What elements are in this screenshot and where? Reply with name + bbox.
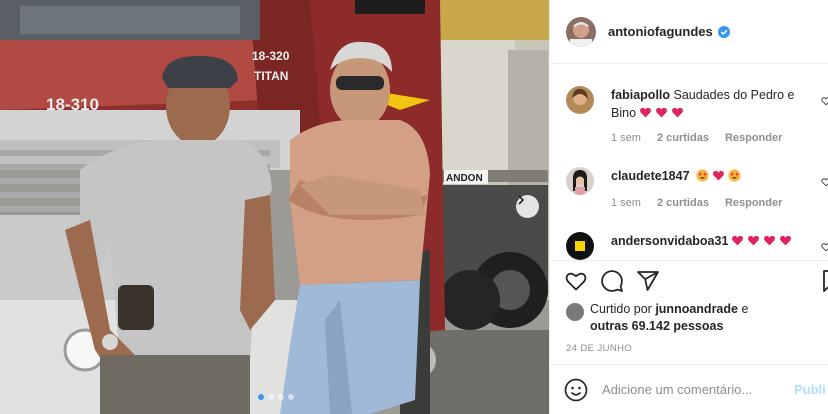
comment-like-heart-icon[interactable] <box>821 242 828 252</box>
comment-username[interactable]: fabiapollo <box>611 88 670 102</box>
comment-meta: 1 sem 2 curtidas Responder <box>611 132 782 144</box>
carousel-dots <box>258 394 294 400</box>
post-header: antoniofagundes <box>550 0 828 64</box>
comment-username[interactable]: claudete1847 <box>611 169 690 183</box>
action-icons-row <box>564 269 660 293</box>
liked-by-others[interactable]: outras 69.142 pessoas <box>590 319 723 333</box>
carousel-dot <box>288 394 294 400</box>
truck-side-model: 18-320 <box>252 49 290 63</box>
red-heart-emoji-icon <box>780 235 792 246</box>
red-heart-emoji-icon <box>764 235 776 246</box>
red-heart-emoji-icon <box>748 235 760 246</box>
verified-badge-icon <box>717 25 730 38</box>
star-eyes-emoji-icon <box>696 169 709 182</box>
comment-reply-button[interactable]: Responder <box>725 197 782 209</box>
comment-time[interactable]: 1 sem <box>611 197 641 209</box>
truck-front-badge: 18-310 <box>46 95 99 114</box>
post-side-panel: antoniofagundes fabiapollo Saudades do P… <box>549 0 828 414</box>
comment-likes[interactable]: 2 curtidas <box>657 197 709 209</box>
comment-like-heart-icon[interactable] <box>821 177 828 187</box>
liked-by-connector: e <box>741 302 749 316</box>
truck-side-name: TITAN <box>254 69 288 83</box>
share-icon[interactable] <box>636 269 660 293</box>
avatar[interactable] <box>566 86 594 114</box>
comment-like-heart-icon[interactable] <box>821 96 828 106</box>
avatar[interactable] <box>566 16 596 47</box>
avatar-image <box>566 232 594 260</box>
carousel-dot <box>278 394 284 400</box>
comment-icon[interactable] <box>600 269 624 293</box>
comment-meta: 1 sem 2 curtidas Responder <box>611 197 782 209</box>
liked-by: Curtido por junnoandrade e outras 69.142… <box>566 301 770 335</box>
chevron-right-icon <box>518 195 525 205</box>
avatar[interactable] <box>566 167 594 195</box>
bookmark-icon[interactable] <box>819 269 828 293</box>
carousel-dot <box>258 394 264 400</box>
post-date[interactable]: 24 DE JUNHO <box>566 343 632 354</box>
comment-reply-button[interactable]: Responder <box>725 132 782 144</box>
avatar-image <box>566 167 594 195</box>
carousel-next-button[interactable] <box>516 195 539 218</box>
comment-input[interactable]: Adicione um comentário... <box>602 382 752 397</box>
avatar[interactable] <box>566 232 594 260</box>
star-eyes-emoji-icon <box>728 169 741 182</box>
post-actions: Curtido por junnoandrade e outras 69.142… <box>550 260 828 354</box>
comment-text: claudete1847 <box>611 167 811 185</box>
comment-text: fabiapollo Saudades do Pedro e Bino <box>611 86 811 122</box>
post-photo[interactable]: ANDON 18-310 18-320 TITAN <box>0 0 549 414</box>
liked-by-user[interactable]: junnoandrade <box>655 302 738 316</box>
liked-by-prefix: Curtido por <box>590 302 652 316</box>
heart-icon[interactable] <box>564 269 588 293</box>
post-author-username[interactable]: antoniofagundes <box>608 24 713 39</box>
red-heart-emoji-icon <box>732 235 744 246</box>
red-heart-emoji-icon <box>672 107 683 118</box>
comments-list: fabiapollo Saudades do Pedro e Bino 1 se… <box>550 64 828 260</box>
red-heart-emoji-icon <box>656 107 667 118</box>
red-heart-emoji-icon <box>640 107 651 118</box>
liked-by-text: Curtido por junnoandrade e outras 69.142… <box>590 301 770 335</box>
trailer-text: ANDON <box>446 173 483 184</box>
carousel-dot <box>268 394 274 400</box>
comment-username[interactable]: andersonvidaboa31 <box>611 234 728 248</box>
avatar-image <box>566 16 596 47</box>
emoji-icon[interactable] <box>564 378 588 402</box>
add-comment-bar: Adicione um comentário... Publi <box>550 364 828 414</box>
avatar-image <box>566 86 594 114</box>
post-photo-illustration: ANDON 18-310 18-320 TITAN <box>0 0 549 414</box>
red-heart-emoji-icon <box>713 170 724 181</box>
publish-button[interactable]: Publi <box>794 382 826 397</box>
comment-text: andersonvidaboa31 <box>611 232 811 250</box>
comment-likes[interactable]: 2 curtidas <box>657 132 709 144</box>
avatar[interactable] <box>566 303 584 321</box>
comment-time[interactable]: 1 sem <box>611 132 641 144</box>
